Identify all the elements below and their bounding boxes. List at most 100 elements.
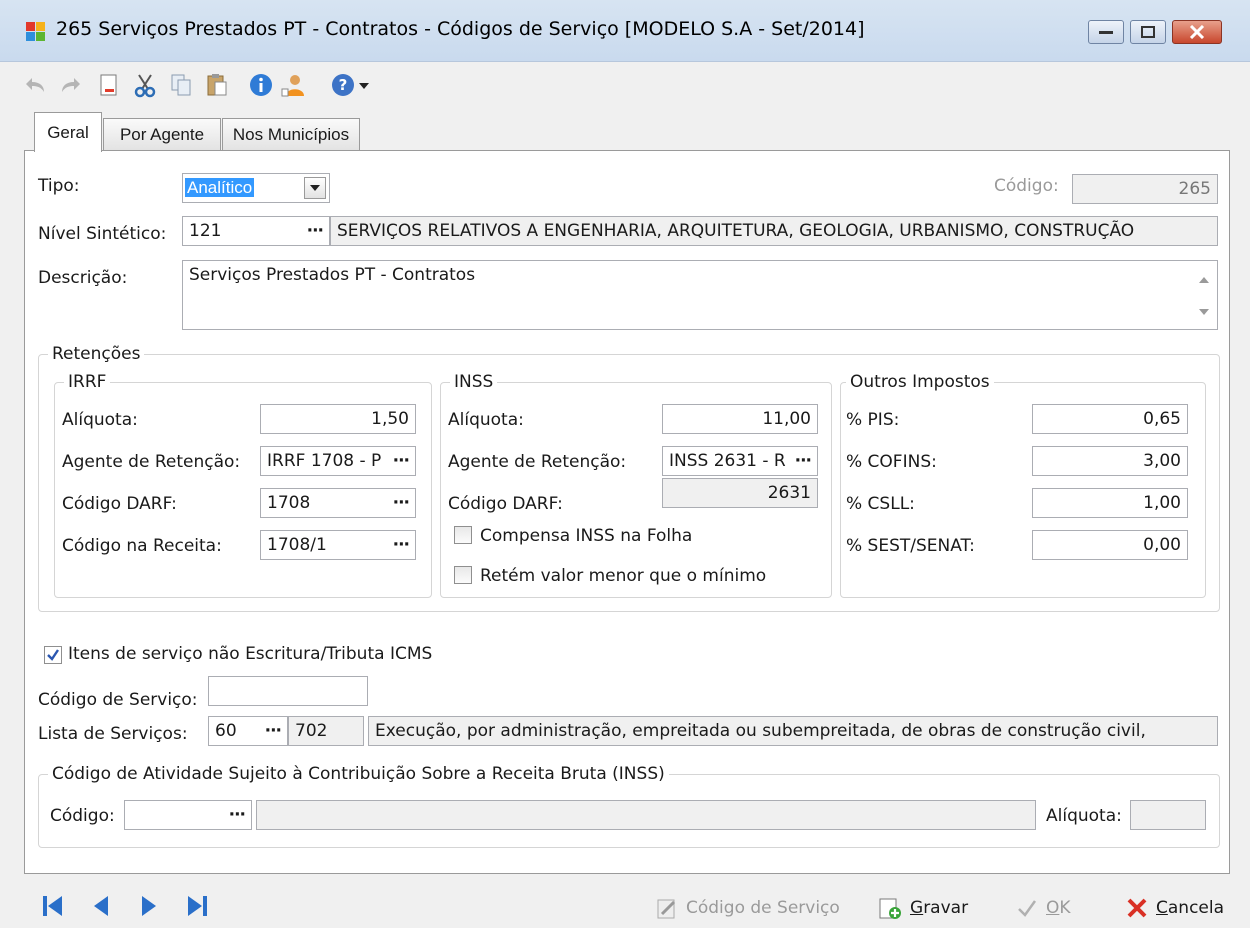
irrf-agente-value: IRRF 1708 - P	[267, 451, 382, 471]
chevron-down-icon	[310, 185, 320, 191]
codigo-servico-button[interactable]: Código de Serviço	[656, 894, 840, 922]
retem-valor-label: Retém valor menor que o mínimo	[480, 566, 767, 586]
ok-button-label: OK	[1046, 898, 1071, 918]
gravar-button[interactable]: Gravar	[878, 894, 968, 922]
cut-icon[interactable]	[132, 72, 158, 98]
irrf-agente-lookup-button[interactable]: ···	[393, 447, 410, 475]
cofins-label: % COFINS:	[846, 452, 937, 472]
codigo-servico-label: Código de Serviço:	[38, 690, 198, 710]
descricao-scrollbar[interactable]	[1191, 261, 1217, 329]
lista-servicos-lookup-button[interactable]: ···	[265, 717, 282, 745]
inss-agente-label: Agente de Retenção:	[448, 452, 627, 472]
nivel-sintetico-field[interactable]: 121 ···	[182, 216, 330, 246]
ok-button[interactable]: OK	[1016, 894, 1071, 922]
nivel-sintetico-lookup-button[interactable]: ···	[307, 217, 324, 245]
previous-record-icon[interactable]	[88, 894, 114, 918]
app-icon	[26, 22, 46, 42]
save-icon	[879, 898, 901, 919]
tab-por-agente[interactable]: Por Agente	[103, 118, 221, 150]
inss-aliquota-field[interactable]: 11,00	[662, 404, 818, 434]
tipo-select[interactable]: Analítico	[182, 173, 330, 203]
tab-nos-municipios[interactable]: Nos Municípios	[222, 118, 360, 150]
bottom-bar: Código de Serviço Gravar OK Cancela	[0, 880, 1250, 928]
tab-nos-municipios-label: Nos Municípios	[232, 124, 350, 144]
atividade-codigo-lookup-button[interactable]: ···	[229, 801, 246, 829]
atividade-codigo-field[interactable]: ···	[124, 800, 252, 830]
descricao-value: Serviços Prestados PT - Contratos	[189, 265, 476, 285]
lista-servicos-label: Lista de Serviços:	[38, 724, 188, 744]
chevron-down-icon[interactable]	[358, 72, 370, 98]
cancela-button[interactable]: Cancela	[1126, 894, 1224, 922]
irrf-receita-label: Código na Receita:	[62, 536, 222, 556]
help-icon[interactable]: ?	[330, 72, 356, 98]
codigo-servico-field[interactable]	[208, 676, 368, 706]
irrf-agente-field[interactable]: IRRF 1708 - P ···	[260, 446, 416, 476]
tab-por-agente-label: Por Agente	[119, 124, 205, 144]
inss-agente-field[interactable]: INSS 2631 - R ···	[662, 446, 818, 476]
codigo-label: Código:	[994, 176, 1059, 196]
lista-servicos-field[interactable]: 60 ···	[208, 716, 288, 746]
csll-label: % CSLL:	[846, 494, 915, 514]
irrf-aliquota-label: Alíquota:	[62, 410, 138, 430]
atividade-description	[256, 800, 1036, 830]
lista-servicos-value: 60	[215, 721, 237, 741]
new-document-icon[interactable]	[96, 72, 122, 98]
scroll-down-icon[interactable]	[1199, 309, 1209, 315]
maximize-icon	[1141, 26, 1155, 38]
codigo-field: 265	[1072, 174, 1218, 204]
cancel-icon	[1127, 898, 1147, 918]
sest-senat-field[interactable]: 0,00	[1032, 530, 1188, 560]
minimize-icon	[1099, 31, 1113, 34]
atividade-codigo-label: Código:	[50, 806, 115, 826]
undo-icon[interactable]	[22, 72, 48, 98]
gravar-button-label: Gravar	[910, 898, 969, 918]
scroll-up-icon[interactable]	[1199, 277, 1209, 283]
inss-agente-value: INSS 2631 - R	[669, 451, 786, 471]
svg-text:?: ?	[339, 76, 348, 94]
atividade-aliquota-label: Alíquota:	[1046, 806, 1122, 826]
redo-icon[interactable]	[58, 72, 84, 98]
pis-label: % PIS:	[846, 410, 900, 430]
irrf-darf-field[interactable]: 1708 ···	[260, 488, 416, 518]
tipo-dropdown-button[interactable]	[304, 177, 326, 199]
csll-field[interactable]: 1,00	[1032, 488, 1188, 518]
user-icon[interactable]	[280, 72, 306, 98]
irrf-darf-lookup-button[interactable]: ···	[393, 489, 410, 517]
irrf-receita-field[interactable]: 1708/1 ···	[260, 530, 416, 560]
lista-servicos-description: Execução, por administração, empreitada …	[368, 716, 1218, 746]
inss-darf-label: Código DARF:	[448, 494, 563, 514]
tab-geral[interactable]: Geral	[34, 112, 102, 152]
copy-icon[interactable]	[168, 72, 194, 98]
irrf-aliquota-field[interactable]: 1,50	[260, 404, 416, 434]
codigo-servico-button-label: Código de Serviço	[686, 898, 840, 918]
minimize-button[interactable]	[1088, 20, 1124, 44]
irrf-receita-lookup-button[interactable]: ···	[393, 531, 410, 559]
close-icon	[1189, 25, 1205, 39]
itens-servico-label: Itens de serviço não Escritura/Tributa I…	[68, 644, 433, 664]
descricao-textarea[interactable]: Serviços Prestados PT - Contratos	[182, 260, 1218, 330]
cofins-field[interactable]: 3,00	[1032, 446, 1188, 476]
itens-servico-checkbox[interactable]	[44, 646, 62, 664]
title-bar: 265 Serviços Prestados PT - Contratos - …	[0, 0, 1250, 62]
close-button[interactable]	[1172, 20, 1222, 44]
edit-document-icon	[657, 899, 676, 919]
inss-agente-lookup-button[interactable]: ···	[795, 447, 812, 475]
atividade-title: Código de Atividade Sujeito à Contribuiç…	[48, 764, 669, 784]
pis-field[interactable]: 0,65	[1032, 404, 1188, 434]
last-record-icon[interactable]	[184, 894, 210, 918]
compensa-inss-checkbox[interactable]	[454, 526, 472, 544]
next-record-icon[interactable]	[136, 894, 162, 918]
nivel-sintetico-label: Nível Sintético:	[38, 224, 167, 244]
maximize-button[interactable]	[1130, 20, 1166, 44]
irrf-receita-value: 1708/1	[267, 535, 327, 555]
info-icon[interactable]	[248, 72, 274, 98]
irrf-darf-value: 1708	[267, 493, 311, 513]
outros-impostos-title: Outros Impostos	[846, 372, 994, 392]
retem-valor-checkbox[interactable]	[454, 566, 472, 584]
tipo-value: Analítico	[185, 178, 255, 197]
paste-icon[interactable]	[204, 72, 230, 98]
window-title: 265 Serviços Prestados PT - Contratos - …	[56, 18, 865, 40]
atividade-aliquota-field	[1130, 800, 1206, 830]
irrf-agente-label: Agente de Retenção:	[62, 452, 241, 472]
first-record-icon[interactable]	[40, 894, 66, 918]
